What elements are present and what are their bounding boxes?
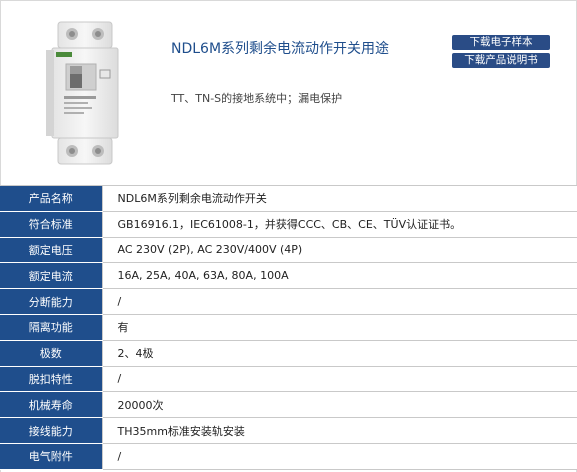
spec-row: 分断能力 /	[0, 288, 577, 315]
spec-value: /	[101, 288, 577, 315]
spec-row: 接线能力 TH35mm标准安装轨安装	[0, 417, 577, 444]
spec-label: 额定电压	[0, 237, 102, 264]
spec-label: 额定电流	[0, 262, 102, 290]
spec-label: 接线能力	[0, 417, 102, 444]
spec-label: 电气附件	[0, 443, 102, 470]
download-sample-button[interactable]: 下载电子样本	[452, 35, 550, 50]
spec-label: 产品名称	[0, 185, 102, 212]
spec-value: GB16916.1，IEC61008-1，并获得CCC、CB、CE、TÜV认证证…	[101, 211, 577, 238]
spec-row: 脱扣特性 /	[0, 366, 577, 393]
spec-row: 隔离功能 有	[0, 314, 577, 341]
spec-value: 2、4极	[101, 340, 577, 367]
product-subtitle: TT、TN-S的接地系统中；漏电保护	[171, 92, 343, 105]
spec-row: 符合标准 GB16916.1，IEC61008-1，并获得CCC、CB、CE、T…	[0, 211, 577, 238]
spec-label: 隔离功能	[0, 314, 102, 341]
spec-value: 有	[101, 314, 577, 341]
spec-value: /	[101, 443, 577, 470]
spec-value: 16A, 25A, 40A, 63A, 80A, 100A	[101, 262, 577, 290]
spec-row: 机械寿命 20000次	[0, 391, 577, 419]
spec-value: TH35mm标准安装轨安装	[101, 417, 577, 444]
spec-value: AC 230V (2P), AC 230V/400V (4P)	[101, 237, 577, 264]
spec-row: 额定电压 AC 230V (2P), AC 230V/400V (4P)	[0, 237, 577, 264]
spec-label: 符合标准	[0, 211, 102, 238]
product-image	[46, 21, 119, 165]
spec-row: 额定电流 16A, 25A, 40A, 63A, 80A, 100A	[0, 262, 577, 290]
spec-label: 脱扣特性	[0, 366, 102, 393]
spec-label: 极数	[0, 340, 102, 367]
spec-label: 机械寿命	[0, 391, 102, 419]
product-title: NDL6M系列剩余电流动作开关用途	[171, 41, 390, 57]
spec-row: 极数 2、4极	[0, 340, 577, 367]
spec-row: 产品名称 NDL6M系列剩余电流动作开关	[0, 185, 577, 212]
spec-value: /	[101, 366, 577, 393]
spec-value: NDL6M系列剩余电流动作开关	[101, 185, 577, 212]
download-manual-button[interactable]: 下载产品说明书	[452, 53, 550, 68]
spec-table: 产品名称 NDL6M系列剩余电流动作开关 符合标准 GB16916.1，IEC6…	[0, 185, 577, 470]
top-border	[0, 0, 577, 1]
spec-row: 电气附件 /	[0, 443, 577, 470]
spec-label: 分断能力	[0, 288, 102, 315]
spec-value: 20000次	[101, 391, 577, 419]
